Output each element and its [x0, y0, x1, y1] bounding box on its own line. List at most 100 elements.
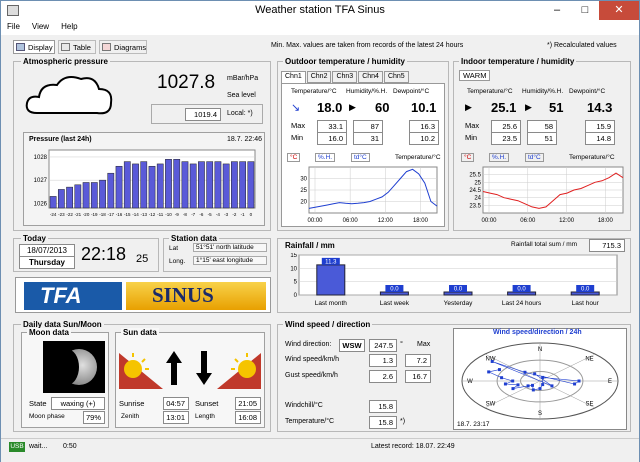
outdoor-dewpoint: 10.1 — [411, 100, 437, 115]
channel-tabs: Chn1 Chn2 Chn3 Chn4 Chn5 — [281, 71, 410, 83]
indoor-min-label: Min — [465, 133, 478, 142]
local-pressure-label: Local: *) — [227, 110, 253, 117]
tab-diagrams[interactable]: Diagrams — [99, 40, 147, 54]
minmax-note: Min. Max. values are taken from records … — [271, 42, 464, 49]
wind-rose-chart: N NE E SE S SW W NW — [461, 342, 619, 420]
close-button[interactable]: ✕ — [599, 1, 639, 20]
display-icon — [16, 43, 25, 51]
pressure-xtick: -2 — [232, 212, 236, 217]
pressure-xtick: -14 — [132, 212, 139, 217]
pressure-bar — [49, 196, 57, 209]
tab-table[interactable]: Table — [58, 40, 96, 54]
indoor-min-hum: 51 — [527, 132, 557, 145]
zenith-label: Zenith — [121, 413, 140, 420]
moon-shadow — [55, 349, 79, 385]
tab-chn2[interactable]: Chn2 — [306, 71, 332, 83]
menu-bar: File View Help — [1, 20, 639, 35]
outdoor-chart-xtick: 06:00 — [343, 218, 359, 224]
pressure-unit: mBar/hPa — [227, 75, 259, 82]
outdoor-min-label: Min — [291, 133, 304, 142]
tab-table-label: Table — [73, 43, 91, 52]
tab-chn3[interactable]: Chn3 — [332, 71, 358, 83]
pressure-bar — [165, 159, 172, 209]
outdoor-chart-label: Temperature/°C — [395, 154, 441, 161]
pressure-bar — [107, 172, 115, 209]
wind-temp-note: *) — [400, 418, 406, 425]
rainfall-chart: 15 10 5 0 11.3 Last month 0.0 Last week 0.0 Yeste… — [290, 253, 618, 307]
tab-chn5[interactable]: Chn5 — [383, 71, 409, 83]
pressure-xtick: -18 — [99, 212, 106, 217]
rain-ytick: 0 — [294, 293, 298, 299]
trend-down-icon: ↘ — [291, 102, 301, 114]
pressure-bar — [140, 161, 148, 209]
pressure-bar — [156, 163, 164, 209]
outdoor-humidity: 60 — [375, 100, 390, 115]
pressure-chart: 102810271026-24 -23 -22 -21 -20 -19 -18 -17 -16-… — [34, 149, 256, 217]
maximize-button[interactable]: □ — [571, 1, 599, 20]
outdoor-temp-chart: 30 25 20 00:00 06:00 12:00 18:00 — [300, 166, 438, 224]
outdoor-dew-chart-button[interactable]: td°C — [351, 153, 370, 162]
outdoor-hum-chart-button[interactable]: %.H. — [315, 153, 336, 162]
today-title: Today — [21, 234, 48, 243]
indoor-chart-ytick: 24 — [474, 196, 481, 202]
indoor-temp: 25.1 — [491, 100, 517, 115]
indoor-hum-chart-button[interactable]: %.H. — [489, 153, 510, 162]
outdoor-col-temp: Temperature/°C — [291, 88, 337, 95]
pressure-bar — [123, 161, 131, 209]
indoor-hum-trend-icon: ▶ — [525, 102, 532, 112]
outdoor-temp-chart-button[interactable]: °C — [287, 153, 301, 162]
wind-dir-label: Wind direction: — [285, 341, 332, 348]
wind-title: Wind speed / direction — [283, 320, 373, 329]
pressure-bar — [222, 163, 230, 209]
wind-speed-max: 7.2 — [405, 354, 431, 367]
pressure-bar — [148, 165, 156, 209]
tab-display[interactable]: Display — [13, 40, 55, 54]
sunrise-icon — [119, 353, 163, 389]
outdoor-title: Outdoor temperature / humidity — [283, 57, 408, 66]
today-time: 22:18 — [81, 244, 127, 264]
pressure-xtick: -24 — [50, 212, 57, 217]
pressure-xtick: -5 — [208, 212, 212, 217]
rain-value-label: 11.3 — [325, 259, 337, 265]
pressure-xtick: -19 — [91, 212, 98, 217]
windchill-value: 15.8 — [369, 400, 397, 413]
wind-deg-value: 247.5 — [369, 339, 397, 352]
sunset-icon — [217, 353, 261, 389]
indoor-chart-ytick: 23.5 — [469, 203, 481, 209]
wind-speed-label: Wind speed/km/h — [285, 356, 340, 363]
wind-temp-value: 15.8 — [369, 416, 397, 429]
rose-dir-label: S — [538, 411, 542, 417]
pressure-bar — [247, 161, 255, 209]
tab-chn1[interactable]: Chn1 — [281, 71, 306, 83]
indoor-temp-chart: 25.525 24.5 2423.5 00:00 06:00 12:00 18:00 — [469, 166, 624, 224]
tab-chn4[interactable]: Chn4 — [358, 71, 383, 83]
rain-ytick: 15 — [290, 253, 297, 259]
pressure-ytick: 1028 — [34, 155, 48, 161]
indoor-col-dew: Dewpoint/°C — [569, 88, 606, 95]
moon-state-label: State — [29, 399, 47, 408]
tfa-banner: TFA SINUS — [15, 277, 271, 313]
pressure-xtick: -10 — [165, 212, 172, 217]
indoor-chart-xtick: 06:00 — [520, 218, 536, 224]
indoor-dew-chart-button[interactable]: td°C — [525, 153, 544, 162]
minimize-button[interactable]: – — [543, 1, 571, 20]
menu-file[interactable]: File — [1, 20, 26, 31]
station-title: Station data — [169, 234, 219, 243]
sinus-logo-text: SINUS — [152, 283, 214, 307]
outdoor-min-temp: 16.0 — [317, 132, 347, 145]
recalc-note: *) Recalculated values — [547, 42, 617, 49]
pressure-xtick: -6 — [199, 212, 203, 217]
length-label: Length — [195, 413, 215, 420]
menu-view[interactable]: View — [26, 20, 55, 31]
rain-value-label: 0.0 — [581, 287, 590, 293]
wind-speed-value: 1.3 — [369, 354, 397, 367]
pressure-xtick: -11 — [157, 212, 164, 217]
menu-help[interactable]: Help — [55, 20, 83, 31]
pressure-bar — [206, 161, 214, 209]
title-bar: Weather station TFA Sinus – □ ✕ — [1, 1, 639, 20]
rain-xtick: Last 24 hours — [502, 300, 542, 307]
rose-dir-label: W — [467, 379, 473, 385]
pressure-xtick: -21 — [75, 212, 82, 217]
sun-title: Sun data — [121, 328, 159, 337]
indoor-temp-chart-button[interactable]: °C — [461, 153, 475, 162]
